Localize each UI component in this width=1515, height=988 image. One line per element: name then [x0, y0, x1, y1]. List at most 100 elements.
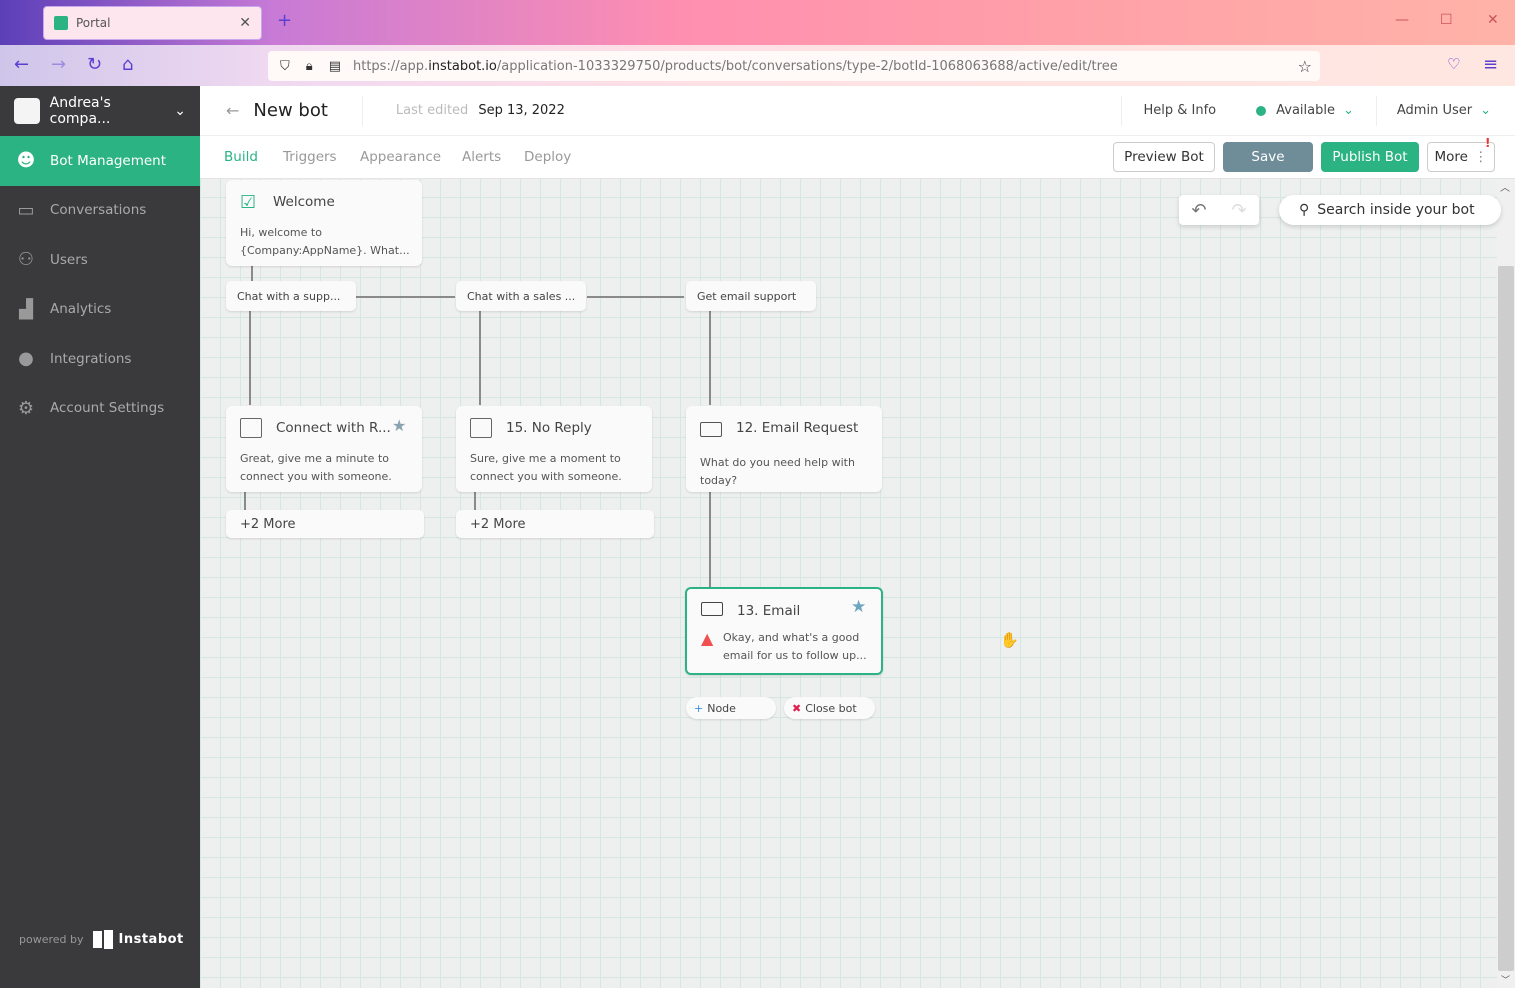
gear-icon: ⚙	[17, 397, 35, 419]
node-body: Hi, welcome to	[240, 226, 322, 239]
message-icon	[240, 418, 262, 438]
node-welcome[interactable]: ☑ Welcome Hi, welcome to {Company:AppNam…	[226, 180, 422, 266]
tab-deploy[interactable]: Deploy	[524, 149, 571, 165]
back-arrow-icon[interactable]: ←	[226, 101, 239, 120]
status-dot	[1256, 105, 1267, 116]
more-options-button[interactable]: +2 More	[456, 510, 654, 538]
sidebar-item-label: Users	[50, 251, 88, 268]
connector	[709, 492, 711, 587]
chart-icon: ▟	[19, 298, 33, 320]
node-body: Okay, and what's a good	[723, 631, 860, 644]
help-info-link[interactable]: Help & Info	[1143, 103, 1216, 118]
sidebar-item-bot-management[interactable]: ☻ Bot Management	[0, 136, 200, 186]
star-icon[interactable]: ★	[851, 597, 866, 617]
tab-title: Portal	[76, 16, 111, 30]
node-title: 15. No Reply	[506, 420, 592, 436]
scrollbar-thumb[interactable]	[1498, 266, 1514, 971]
company-logo	[14, 98, 40, 124]
chevron-down-icon: ⌄	[1342, 103, 1354, 118]
sidebar: Andrea's compa... ⌄ ☻ Bot Management ▭ Conv…	[0, 86, 200, 988]
sidebar-item-integrations[interactable]: ● Integrations	[0, 334, 200, 384]
preview-bot-button[interactable]: Preview Bot	[1113, 142, 1215, 172]
alert-icon: !	[1485, 136, 1491, 150]
minimize-icon[interactable]: —	[1395, 12, 1409, 28]
forward-icon[interactable]: →	[51, 54, 66, 75]
reload-icon[interactable]: ↻	[87, 54, 102, 75]
node-connect[interactable]: Connect with R... ★ Great, give me a min…	[226, 406, 422, 492]
status-dropdown[interactable]: Available	[1276, 103, 1335, 118]
instabot-logo-icon	[103, 930, 113, 949]
option-chat-support[interactable]: Chat with a supp...	[226, 281, 356, 311]
reader-icon: ▤	[328, 58, 341, 74]
company-selector[interactable]: Andrea's compa... ⌄	[0, 86, 200, 136]
maximize-icon[interactable]: ☐	[1440, 12, 1453, 28]
home-icon[interactable]: ⌂	[122, 54, 133, 75]
instabot-logo-icon	[92, 931, 102, 948]
redo-icon[interactable]: ↷	[1231, 200, 1246, 221]
powered-by: powered by Instabot	[19, 930, 184, 949]
url-prefix: https://app.	[352, 58, 429, 74]
node-no-reply[interactable]: 15. No Reply Sure, give me a moment to c…	[456, 406, 652, 492]
option-chat-sales[interactable]: Chat with a sales ...	[456, 281, 586, 311]
tab-alerts[interactable]: Alerts	[462, 149, 501, 165]
sidebar-item-label: Analytics	[50, 301, 112, 318]
close-bot-label: Close bot	[805, 701, 857, 715]
portal-favicon-icon	[54, 16, 68, 30]
chat-icon: ▭	[17, 199, 35, 221]
sidebar-item-users[interactable]: ⚇ Users	[0, 235, 200, 285]
connector	[709, 311, 711, 405]
tab-build[interactable]: Build	[224, 149, 258, 165]
user-menu[interactable]: Admin User	[1397, 103, 1472, 118]
envelope-icon	[701, 602, 723, 616]
connector	[474, 492, 476, 510]
add-node-label: Node	[707, 701, 736, 715]
checklist-icon: ☑	[240, 192, 257, 213]
tab-appearance[interactable]: Appearance	[360, 149, 441, 165]
scroll-up-icon[interactable]: ︿	[1500, 179, 1510, 194]
node-email[interactable]: 13. Email ★ ▲ Okay, and what's a good em…	[685, 587, 883, 675]
search-placeholder: Search inside your bot	[1317, 202, 1475, 218]
option-email-support[interactable]: Get email support	[686, 281, 816, 311]
node-email-request[interactable]: 12. Email Request What do you need help …	[686, 406, 882, 492]
undo-icon[interactable]: ↶	[1191, 200, 1206, 221]
sidebar-item-label: Conversations	[50, 202, 147, 219]
sidebar-item-label: Integrations	[50, 350, 132, 367]
node-body: connect you with someone.	[240, 470, 392, 483]
message-icon	[470, 418, 492, 438]
powered-by-text: powered by	[19, 933, 84, 946]
search-bot-input[interactable]: ⚲ Search inside your bot	[1279, 195, 1501, 225]
save-button[interactable]: Save	[1223, 142, 1313, 172]
pocket-icon[interactable]: ♡	[1447, 55, 1460, 73]
page-title: New bot	[253, 100, 328, 121]
close-bot-button[interactable]: ✖ Close bot	[784, 697, 875, 719]
chevron-down-icon: ⌄	[1480, 103, 1491, 118]
close-tab-icon[interactable]: ✕	[239, 15, 251, 31]
back-icon[interactable]: ←	[14, 54, 29, 75]
tab-triggers[interactable]: Triggers	[283, 149, 337, 165]
publish-bot-button[interactable]: Publish Bot	[1321, 142, 1419, 172]
menu-icon[interactable]: ≡	[1483, 54, 1498, 75]
url-host: instabot.io	[428, 58, 497, 74]
scroll-down-icon[interactable]: ﹀	[1501, 973, 1510, 986]
shield-icon: ⛉	[280, 58, 290, 74]
node-title: 12. Email Request	[736, 420, 859, 436]
bookmark-star-icon[interactable]: ☆	[1298, 57, 1312, 76]
new-tab-icon[interactable]: +	[277, 10, 292, 31]
star-icon[interactable]: ★	[392, 416, 406, 435]
sidebar-item-account-settings[interactable]: ⚙ Account Settings	[0, 384, 200, 434]
node-body: connect you with someone.	[470, 470, 622, 483]
add-node-button[interactable]: + Node	[686, 697, 776, 719]
more-options-button[interactable]: +2 More	[226, 510, 424, 538]
node-body: Great, give me a minute to	[240, 452, 389, 465]
node-title: 13. Email	[737, 603, 801, 619]
browser-tab[interactable]: Portal ✕	[43, 6, 262, 40]
sidebar-item-analytics[interactable]: ▟ Analytics	[0, 285, 200, 335]
warning-icon: ▲	[701, 629, 714, 648]
connector	[479, 311, 481, 405]
url-bar[interactable]: ⛉ 🔒︎ ▤ https://app. instabot.io/application…	[268, 51, 1320, 81]
close-window-icon[interactable]: ✕	[1487, 12, 1499, 28]
node-body: email for us to follow up...	[723, 649, 867, 662]
sidebar-item-conversations[interactable]: ▭ Conversations	[0, 186, 200, 236]
bot-canvas[interactable]	[200, 179, 1497, 988]
plus-icon: +	[694, 701, 704, 715]
